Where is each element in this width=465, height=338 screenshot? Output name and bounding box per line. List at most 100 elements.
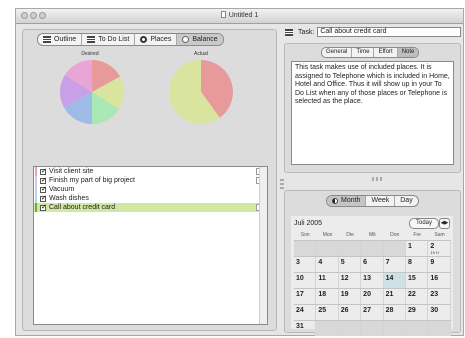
- balance-pane: Outline To Do List Places Balance Desire…: [22, 29, 277, 331]
- calendar-day-cell[interactable]: 2 19 H: [428, 241, 451, 256]
- calendar-day-cell[interactable]: 10: [294, 273, 317, 288]
- calendar-day-cell[interactable]: 8: [406, 257, 429, 272]
- month-label: Juli 2005: [294, 220, 323, 227]
- calendar-day-cell[interactable]: 7: [384, 257, 406, 272]
- weekday-label: Mit: [369, 232, 376, 238]
- calendar-day-cell[interactable]: 18: [316, 289, 339, 304]
- calendar-day-cell[interactable]: 15: [406, 273, 429, 288]
- item-checkbox[interactable]: [40, 185, 47, 193]
- calendar-day-cell[interactable]: 19: [339, 289, 362, 304]
- horizontal-splitter-handle[interactable]: [372, 176, 384, 181]
- places-radio-icon: [140, 36, 148, 43]
- tab-note[interactable]: Note: [397, 48, 419, 57]
- tab-effort[interactable]: Effort: [374, 48, 398, 57]
- list-scrollbar[interactable]: [259, 167, 267, 324]
- calendar-day-cell: [383, 321, 406, 336]
- view-week-button[interactable]: Week: [366, 196, 396, 206]
- calendar-day-cell[interactable]: 9: [428, 257, 451, 272]
- tab-places[interactable]: Places: [135, 34, 178, 45]
- item-checkbox[interactable]: [40, 203, 47, 211]
- calendar-day-cell[interactable]: 5: [339, 257, 362, 272]
- desired-pie-chart: [59, 60, 124, 124]
- calendar-day-cell[interactable]: 4: [316, 257, 339, 272]
- calendar-day-cell[interactable]: 1: [406, 241, 429, 256]
- todo-list-icon: [87, 36, 96, 43]
- calendar-day-cell: [338, 241, 362, 256]
- list-item[interactable]: Call about credit card: [34, 203, 267, 212]
- task-details-pane: General Time Effort Note This task makes…: [284, 43, 461, 173]
- calendar-day-cell[interactable]: 13: [361, 273, 384, 288]
- calendar-day-cell: [428, 321, 451, 336]
- calendar-day-cell[interactable]: 23: [428, 289, 451, 304]
- view-month-button[interactable]: Month: [327, 196, 367, 206]
- actual-pie-chart: [168, 60, 233, 124]
- title-bar: Untitled 1: [16, 9, 463, 24]
- month-calendar: Juli 2005 Today ◀▶ Son Mon Die Mit Don Fre Sam…: [291, 216, 453, 336]
- calendar-day-cell: [383, 241, 406, 256]
- calendar-day-cell[interactable]: 25: [316, 305, 339, 320]
- calendar-week-row: 24 25 26 27 28 29 30: [294, 304, 451, 320]
- calendar-day-cell: [361, 241, 384, 256]
- view-day-button[interactable]: Day: [395, 196, 417, 206]
- calendar-day-cell[interactable]: 14: [383, 273, 406, 288]
- calendar-day-cell[interactable]: 31: [294, 321, 317, 336]
- calendar-day-cell[interactable]: 21: [384, 289, 406, 304]
- weekday-label: Don: [390, 232, 400, 238]
- todo-list: Visit client site Finish my part of big …: [33, 166, 268, 325]
- calendar-week-row: 31: [294, 320, 451, 336]
- calendar-day-cell[interactable]: 3: [294, 257, 317, 272]
- tab-todo-list[interactable]: To Do List: [82, 34, 136, 45]
- calendar-day-cell[interactable]: 28: [384, 305, 406, 320]
- calendar-day-cell[interactable]: 22: [406, 289, 429, 304]
- item-checkbox[interactable]: [40, 167, 47, 175]
- calendar-event[interactable]: 19 H: [430, 250, 438, 255]
- calendar-day-cell[interactable]: 29: [406, 305, 429, 320]
- app-window: Untitled 1 Outline To Do List Places Bal…: [15, 8, 464, 336]
- weekday-label: Mon: [322, 232, 333, 238]
- calendar-day-cell[interactable]: 27: [361, 305, 384, 320]
- item-color-flag: [35, 203, 37, 212]
- calendar-day-cell[interactable]: 20: [361, 289, 384, 304]
- calendar-day-cell[interactable]: 16: [428, 273, 451, 288]
- note-text-area[interactable]: This task makes use of included places. …: [291, 61, 454, 165]
- calendar-pane: Month Week Day Juli 2005 Today ◀▶ Son Mon…: [284, 190, 461, 336]
- calendar-week-row: 10 11 12 13 14 15 16: [294, 272, 451, 288]
- tab-outline[interactable]: Outline: [38, 34, 83, 45]
- calendar-day-cell[interactable]: 24: [294, 305, 317, 320]
- calendar-day-cell[interactable]: 6: [361, 257, 384, 272]
- tab-time[interactable]: Time: [352, 48, 375, 57]
- calendar-day-cell[interactable]: 12: [339, 273, 362, 288]
- month-stepper[interactable]: ◀▶: [439, 218, 450, 229]
- calendar-toggle-icon: [332, 198, 338, 204]
- calendar-day-cell: [316, 321, 339, 336]
- list-item[interactable]: Vacuum: [34, 185, 267, 194]
- calendar-day-cell[interactable]: 30: [428, 305, 451, 320]
- list-item[interactable]: Wash dishes: [34, 194, 267, 203]
- tab-balance[interactable]: Balance: [177, 34, 223, 45]
- actual-chart-label: Actual: [194, 51, 208, 57]
- weekday-label: Die: [346, 232, 354, 238]
- next-month-icon[interactable]: ▶: [445, 220, 449, 226]
- calendar-day-cell[interactable]: 26: [339, 305, 362, 320]
- item-color-flag: [35, 185, 37, 194]
- list-item[interactable]: Finish my part of big project: [34, 176, 267, 185]
- vertical-splitter-handle[interactable]: [280, 179, 284, 191]
- list-item[interactable]: Visit client site: [34, 167, 267, 176]
- detail-tabs: General Time Effort Note: [321, 47, 420, 58]
- item-checkbox[interactable]: [40, 194, 47, 202]
- item-color-flag: [35, 194, 37, 203]
- task-row: Task: Call about credit card: [285, 26, 461, 38]
- calendar-day-cell: [316, 241, 339, 256]
- calendar-grid: Son Mon Die Mit Don Fre Sam 1 2 19 H 3 4 5 6 7 8 9 10 11 12…: [294, 232, 451, 336]
- calendar-day-cell[interactable]: 17: [294, 289, 317, 304]
- item-color-flag: [35, 176, 37, 185]
- calendar-day-cell[interactable]: 11: [316, 273, 339, 288]
- task-name-field[interactable]: Call about credit card: [317, 27, 461, 37]
- today-button[interactable]: Today: [409, 218, 440, 229]
- tab-general[interactable]: General: [322, 48, 353, 57]
- item-color-flag: [35, 167, 37, 176]
- item-checkbox[interactable]: [40, 176, 47, 184]
- calendar-day-cell: [361, 321, 384, 336]
- calendar-week-row: 17 18 19 20 21 22 23: [294, 288, 451, 304]
- task-label: Task:: [298, 28, 315, 36]
